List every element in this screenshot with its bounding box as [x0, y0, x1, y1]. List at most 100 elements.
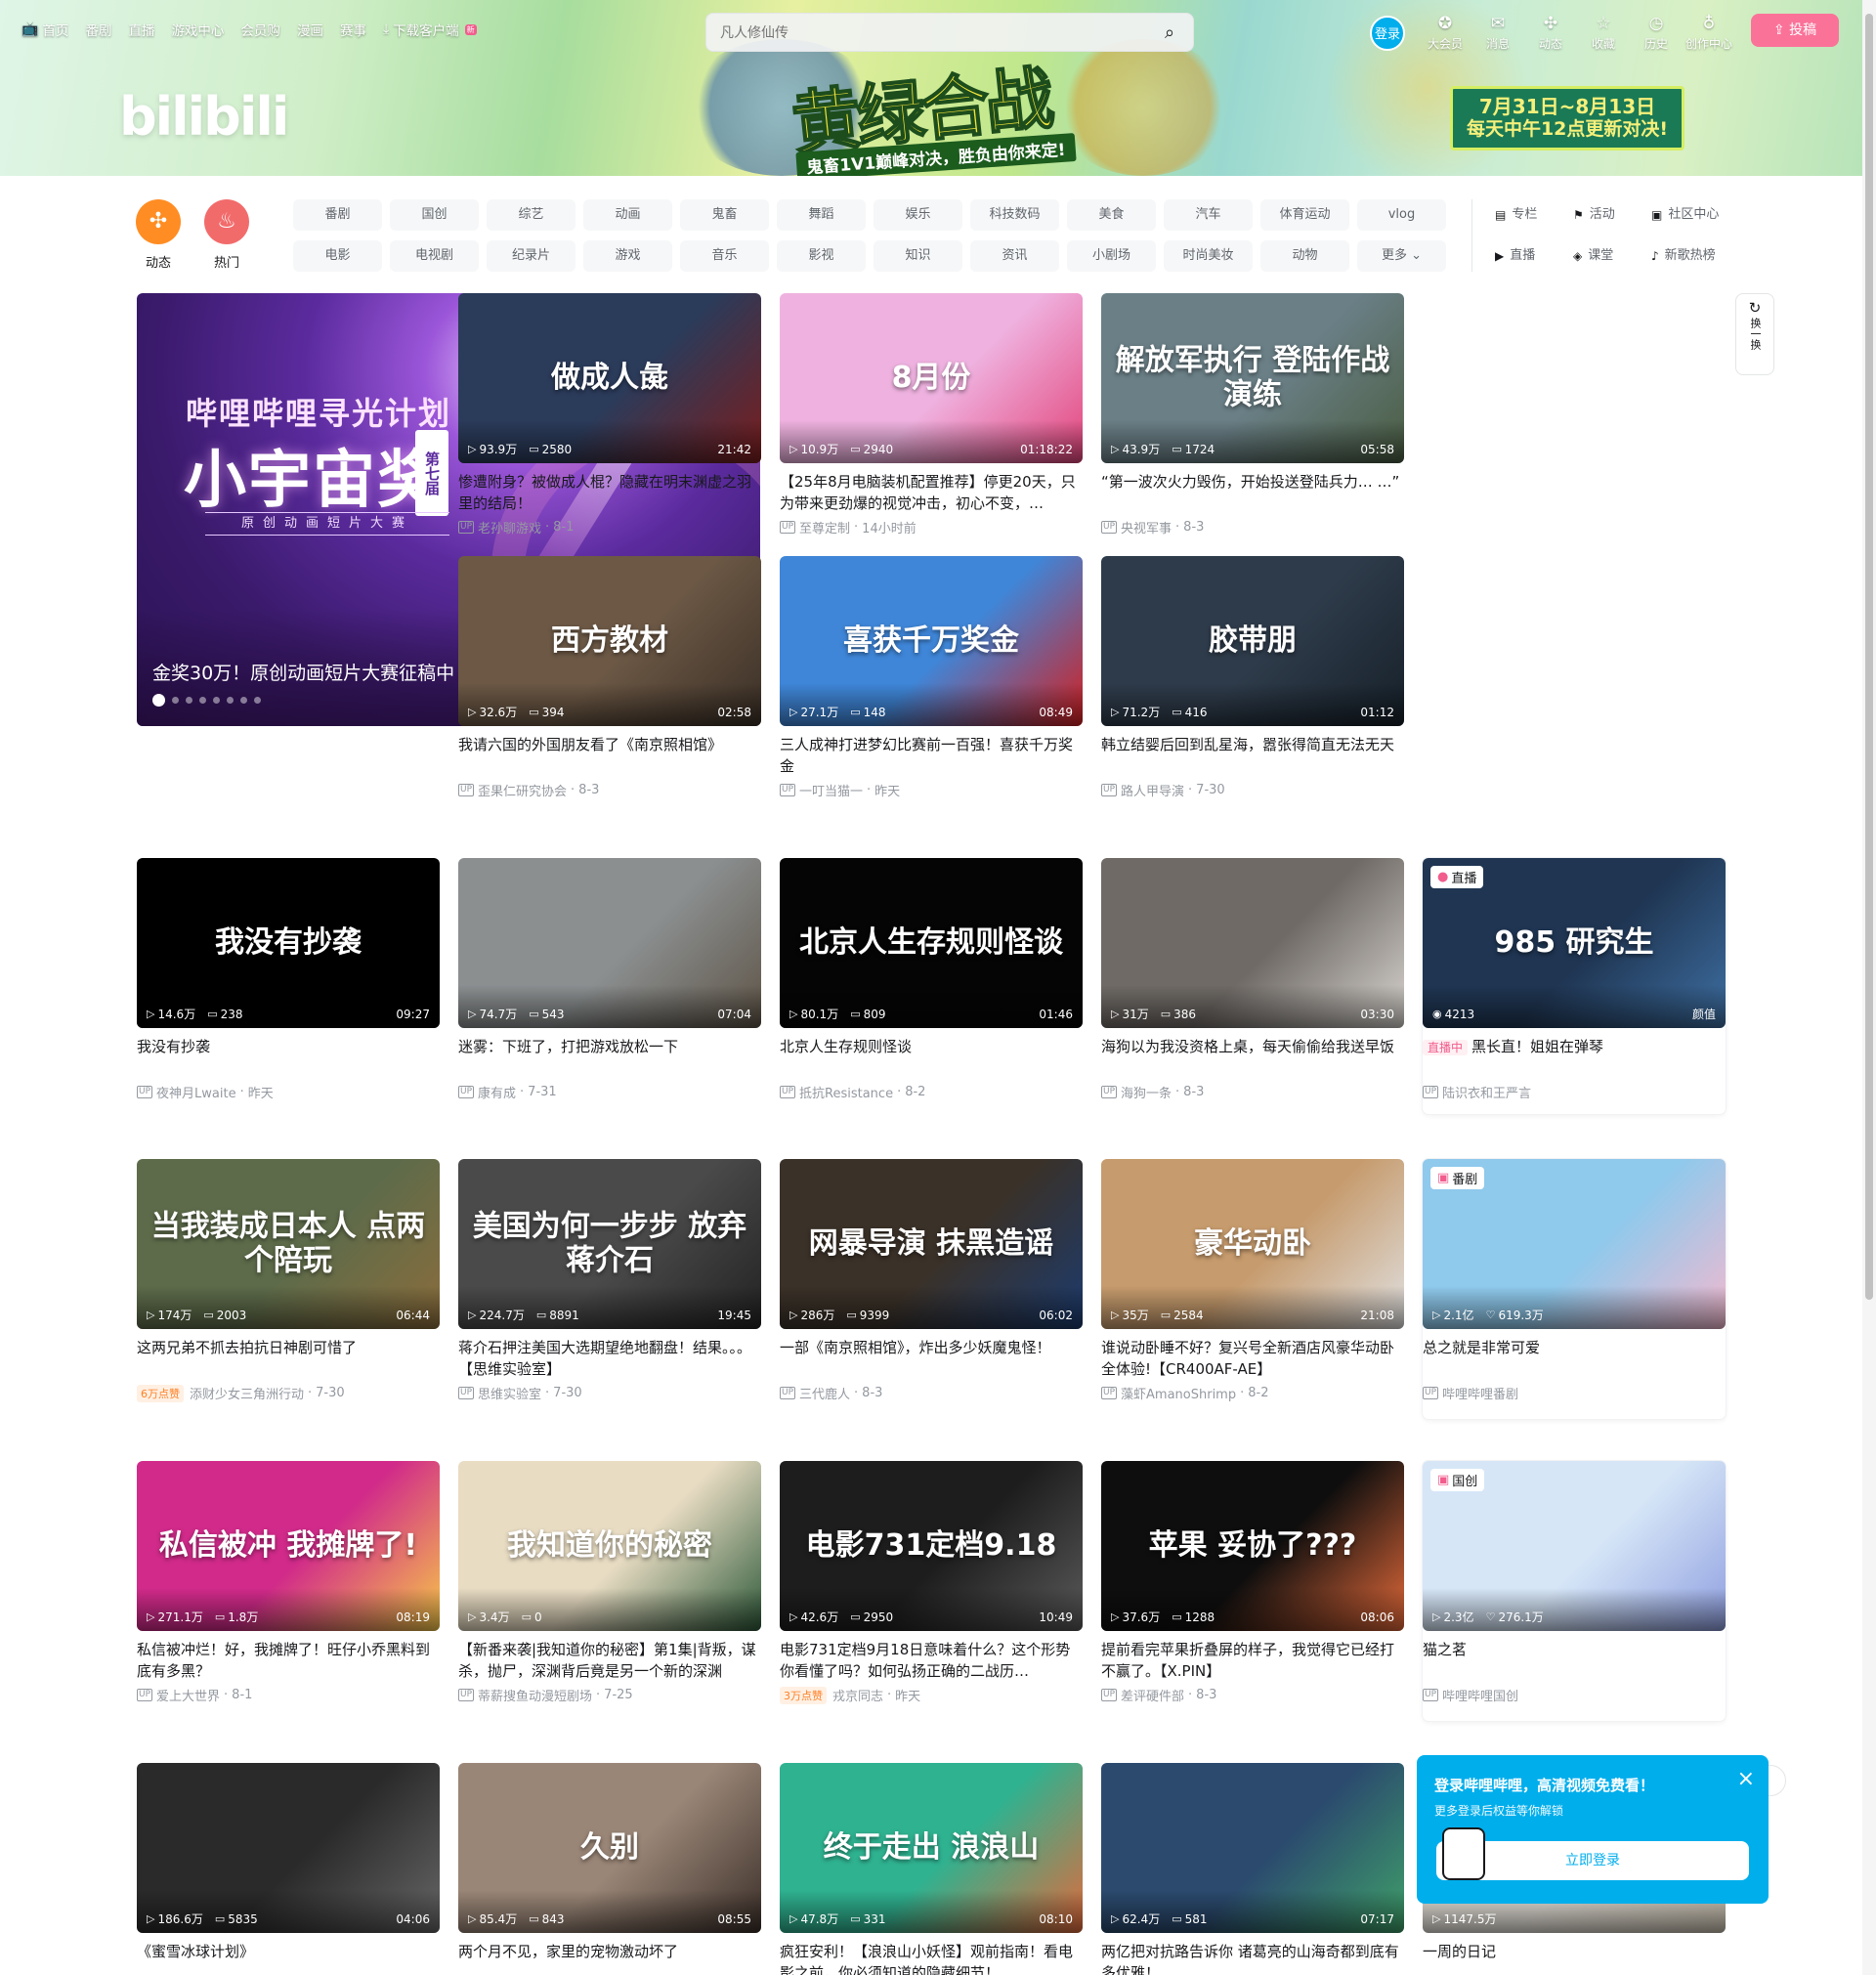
carousel-dot[interactable]: [186, 697, 192, 704]
uploader-name[interactable]: 戎京同志: [832, 1686, 883, 1704]
video-title[interactable]: 直播中 黑长直！姐姐在弹琴: [1423, 1036, 1726, 1079]
channel-17[interactable]: 影视: [777, 240, 866, 272]
nav-game-center[interactable]: 游戏中心: [171, 20, 224, 39]
video-title[interactable]: 【新番来袭|我知道你的秘密】第1集|背叛，谋杀，抛尸，深渊背后竟是另一个新的深渊: [458, 1639, 761, 1682]
video-card[interactable]: 美国为何一步步 放弃蒋介石 ▷ 224.7万 ▭ 8891 19:45 蒋介石押注美国大…: [458, 1159, 761, 1402]
nav-vip[interactable]: ✪ 大会员: [1419, 14, 1471, 52]
channel-23[interactable]: 更多 ⌄: [1357, 240, 1446, 272]
video-card[interactable]: 我没有抄袭 ▷ 14.6万 ▭ 238 09:27 我没有抄袭 UP 夜神月Lwaite ·…: [137, 858, 440, 1101]
video-thumbnail[interactable]: 终于走出 浪浪山 ▷ 47.8万 ▭ 331 08:10: [780, 1763, 1083, 1933]
nav-dynamic[interactable]: ✣ 动态: [1524, 14, 1577, 52]
video-card[interactable]: 终于走出 浪浪山 ▷ 47.8万 ▭ 331 08:10 疯狂安利！【浪浪山小妖怪】观前…: [780, 1763, 1083, 1975]
uploader-name[interactable]: 爱上大世界: [156, 1686, 220, 1704]
carousel-dot[interactable]: [213, 697, 220, 704]
video-card[interactable]: 电影731定档9.18 ▷ 42.6万 ▭ 2950 10:49 电影731定档9月18…: [780, 1461, 1083, 1704]
carousel-dot[interactable]: [152, 694, 165, 707]
uploader-name[interactable]: 夜神月Lwaite: [156, 1083, 236, 1101]
video-thumbnail[interactable]: 西方教材 ▷ 32.6万 ▭ 394 02:58: [458, 556, 761, 726]
video-thumbnail[interactable]: 久别 ▷ 85.4万 ▭ 843 08:55: [458, 1763, 761, 1933]
channel-16[interactable]: 音乐: [680, 240, 769, 272]
channel-3[interactable]: 动画: [583, 199, 672, 231]
nav-download-client[interactable]: ⤓ 下载客户端新: [383, 20, 477, 39]
carousel-dot[interactable]: [254, 697, 261, 704]
video-title[interactable]: 迷雾：下班了，打把游戏放松一下: [458, 1036, 761, 1079]
uploader-name[interactable]: 添财少女三角洲行动: [190, 1384, 304, 1402]
video-thumbnail[interactable]: ▣ 国创 ▷ 2.3亿 ♡ 276.1万: [1423, 1461, 1726, 1631]
video-title[interactable]: 一部《南京照相馆》，炸出多少妖魔鬼怪！: [780, 1337, 1083, 1380]
scrollbar-thumb[interactable]: [1865, 14, 1873, 1300]
video-thumbnail[interactable]: ▷ 186.6万 ▭ 5835 04:06: [137, 1763, 440, 1933]
nav-live[interactable]: 直播: [128, 20, 154, 39]
video-card[interactable]: 私信被冲 我摊牌了! ▷ 271.1万 ▭ 1.8万 08:19 私信被冲烂！好，我摊牌…: [137, 1461, 440, 1704]
link-classroom[interactable]: ◈ 课堂: [1573, 240, 1651, 272]
video-card[interactable]: ▷ 62.4万 ▭ 581 07:17 两亿把对抗路告诉你 诸葛亮的山海奇都到底有多优雅…: [1101, 1763, 1404, 1975]
uploader-name[interactable]: 康有成: [478, 1083, 516, 1101]
video-title[interactable]: “第一波次火力毁伤，开始投送登陆兵力… …”: [1101, 471, 1404, 514]
carousel-dot[interactable]: [172, 697, 179, 704]
video-thumbnail[interactable]: 豪华动卧 ▷ 35万 ▭ 2584 21:08: [1101, 1159, 1404, 1329]
nav-anime[interactable]: 番剧: [85, 20, 111, 39]
login-avatar-button[interactable]: 登录: [1370, 15, 1405, 51]
video-title[interactable]: 两亿把对抗路告诉你 诸葛亮的山海奇都到底有多优雅！: [1101, 1941, 1404, 1975]
refresh-button[interactable]: ↻ 换一换: [1735, 293, 1774, 375]
video-card[interactable]: 网暴导演 抹黑造谣 ▷ 286万 ▭ 9399 06:02 一部《南京照相馆》，炸出多少…: [780, 1159, 1083, 1402]
video-card[interactable]: 解放军执行 登陆作战演练 ▷ 43.9万 ▭ 1724 05:58 “第一波次火力毁伤，…: [1101, 293, 1404, 537]
video-thumbnail[interactable]: 做成人彘 ▷ 93.9万 ▭ 2580 21:42: [458, 293, 761, 463]
search-icon[interactable]: ⌕: [1156, 20, 1183, 47]
channel-21[interactable]: 时尚美妆: [1164, 240, 1253, 272]
video-thumbnail[interactable]: 解放军执行 登陆作战演练 ▷ 43.9万 ▭ 1724 05:58: [1101, 293, 1404, 463]
nav-messages[interactable]: ✉ 消息: [1471, 14, 1524, 52]
video-thumbnail[interactable]: ▷ 74.7万 ▭ 543 07:04: [458, 858, 761, 1028]
video-thumbnail[interactable]: 私信被冲 我摊牌了! ▷ 271.1万 ▭ 1.8万 08:19: [137, 1461, 440, 1631]
uploader-name[interactable]: 三代鹿人: [799, 1384, 850, 1402]
video-thumbnail[interactable]: 我知道你的秘密 ▷ 3.4万 ▭ 0: [458, 1461, 761, 1631]
uploader-name[interactable]: 老孙聊游戏: [478, 518, 541, 537]
video-card[interactable]: ▷ 74.7万 ▭ 543 07:04 迷雾：下班了，打把游戏放松一下 UP 康有成 · 7-…: [458, 858, 761, 1101]
video-card[interactable]: 喜获千万奖金 ▷ 27.1万 ▭ 148 08:49 三人成神打进梦幻比赛前一百强！喜获…: [780, 556, 1083, 799]
search-input[interactable]: [720, 22, 1130, 44]
bilibili-logo[interactable]: bilibili: [119, 86, 289, 148]
channel-11[interactable]: vlog: [1357, 199, 1446, 231]
channel-2[interactable]: 综艺: [487, 199, 576, 231]
video-title[interactable]: 韩立结婴后回到乱星海，嚣张得简直无法无天: [1101, 734, 1404, 777]
video-card[interactable]: ▷ 186.6万 ▭ 5835 04:06 《蜜雪冰球计划》: [137, 1763, 440, 1975]
video-card[interactable]: 苹果 妥协了??? ▷ 37.6万 ▭ 1288 08:06 提前看完苹果折叠屏的样子，…: [1101, 1461, 1404, 1704]
video-title[interactable]: 海狗以为我没资格上桌，每天偷偷给我送早饭: [1101, 1036, 1404, 1079]
video-title[interactable]: 疯狂安利！【浪浪山小妖怪】观前指南！看电影之前，你必须知道的隐藏细节！: [780, 1941, 1083, 1975]
close-icon[interactable]: ×: [1737, 1767, 1755, 1791]
video-card[interactable]: 当我装成日本人 点两个陪玩 ▷ 174万 ▭ 2003 06:44 这两兄弟不抓去拍抗日…: [137, 1159, 440, 1402]
video-title[interactable]: 我请六国的外国朋友看了《南京照相馆》: [458, 734, 761, 777]
video-card[interactable]: ▣ 番剧 ▷ 2.1亿 ♡ 619.3万 总之就是非常可爱 UP 哔哩哔哩番剧: [1423, 1159, 1726, 1402]
uploader-name[interactable]: 哔哩哔哩番剧: [1442, 1384, 1518, 1402]
video-title[interactable]: 提前看完苹果折叠屏的样子，我觉得它已经打不赢了。【X.PIN】: [1101, 1639, 1404, 1682]
channel-10[interactable]: 体育运动: [1260, 199, 1349, 231]
nav-home[interactable]: 📺 首页: [21, 20, 68, 39]
uploader-name[interactable]: 哔哩哔哩国创: [1442, 1686, 1518, 1704]
hot-circle-button[interactable]: ♨ 热门: [204, 199, 249, 271]
nav-esports[interactable]: 赛事: [340, 20, 366, 39]
video-card[interactable]: 8月份 ▷ 10.9万 ▭ 2940 01:18:22 【25年8月电脑装机配置推荐】停…: [780, 293, 1083, 537]
nav-favorites[interactable]: ☆ 收藏: [1577, 14, 1630, 52]
carousel-dot[interactable]: [199, 697, 206, 704]
video-card[interactable]: 胶带朋 ▷ 71.2万 ▭ 416 01:12 韩立结婴后回到乱星海，嚣张得简直无法无天…: [1101, 556, 1404, 799]
uploader-name[interactable]: 差评硬件部: [1121, 1686, 1184, 1704]
video-card[interactable]: 我知道你的秘密 ▷ 3.4万 ▭ 0 【新番来袭|我知道你的秘密】第1集|背叛，谋杀，…: [458, 1461, 761, 1704]
dynamic-circle-button[interactable]: ✣ 动态: [136, 199, 181, 271]
video-title[interactable]: 《蜜雪冰球计划》: [137, 1941, 440, 1975]
channel-15[interactable]: 游戏: [583, 240, 672, 272]
video-thumbnail[interactable]: 当我装成日本人 点两个陪玩 ▷ 174万 ▭ 2003 06:44: [137, 1159, 440, 1329]
video-title[interactable]: 电影731定档9月18日意味着什么？这个形势你看懂了吗？如何弘扬正确的二战历…: [780, 1639, 1083, 1682]
video-card[interactable]: 做成人彘 ▷ 93.9万 ▭ 2580 21:42 惨遭附身？被做成人棍？隐藏在明末渊虚…: [458, 293, 761, 537]
video-title[interactable]: 两个月不见，家里的宠物激动坏了: [458, 1941, 761, 1975]
video-card[interactable]: ▣ 国创 ▷ 2.3亿 ♡ 276.1万 猫之茗 UP 哔哩哔哩国创: [1423, 1461, 1726, 1704]
video-card[interactable]: 北京人生存规则怪谈 ▷ 80.1万 ▭ 809 01:46 北京人生存规则怪谈 UP 抵抗…: [780, 858, 1083, 1101]
nav-shop[interactable]: 会员购: [240, 20, 280, 39]
video-card[interactable]: 西方教材 ▷ 32.6万 ▭ 394 02:58 我请六国的外国朋友看了《南京照相馆》 …: [458, 556, 761, 799]
uploader-name[interactable]: 蒂薪搜鱼动漫短剧场: [478, 1686, 592, 1704]
uploader-name[interactable]: 央视军事: [1121, 518, 1172, 537]
video-title[interactable]: 蒋介石押注美国大选期望绝地翻盘！结果。。。【思维实验室】: [458, 1337, 761, 1380]
channel-20[interactable]: 小剧场: [1067, 240, 1156, 272]
video-thumbnail[interactable]: ▣ 番剧 ▷ 2.1亿 ♡ 619.3万: [1423, 1159, 1726, 1329]
channel-4[interactable]: 鬼畜: [680, 199, 769, 231]
video-title[interactable]: 北京人生存规则怪谈: [780, 1036, 1083, 1079]
